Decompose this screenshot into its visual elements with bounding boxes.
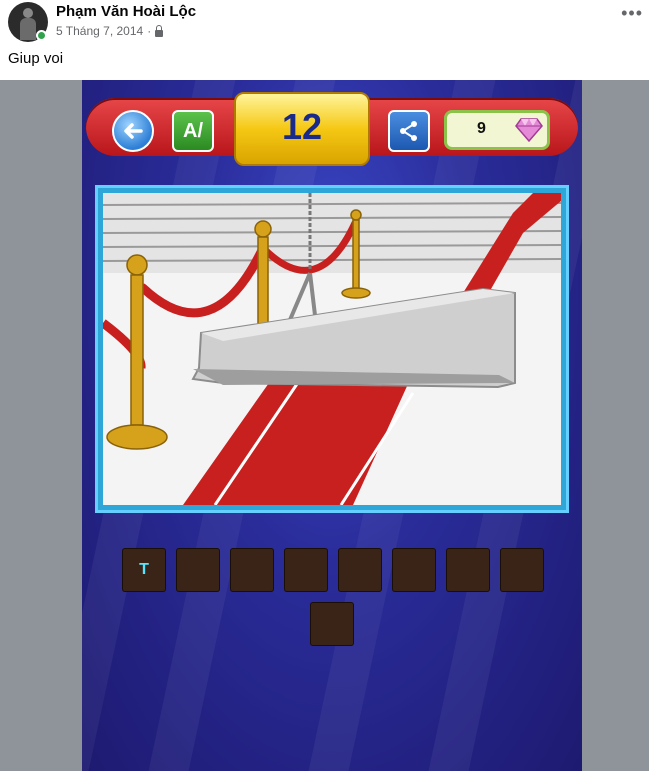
post-text: Giup voi — [8, 50, 64, 67]
game-screenshot[interactable]: A/ 12 9 T — [82, 80, 582, 771]
level-number: 12 — [281, 106, 323, 147]
answer-slot-6[interactable] — [392, 548, 436, 592]
answer-slot-9[interactable] — [310, 602, 354, 646]
answer-slot-3[interactable] — [230, 548, 274, 592]
post-date[interactable]: 5 Tháng 7, 2014 — [56, 24, 143, 38]
back-arrow-icon — [124, 123, 143, 139]
lock-icon[interactable] — [155, 24, 164, 37]
share-button[interactable] — [388, 110, 430, 152]
gem-icon — [515, 118, 543, 143]
gem-count: 9 — [477, 120, 486, 137]
more-icon[interactable]: ••• — [621, 4, 643, 22]
answer-slot-8[interactable] — [500, 548, 544, 592]
answer-slot-5[interactable] — [338, 548, 382, 592]
post-meta: 5 Tháng 7, 2014 · — [56, 24, 164, 38]
answer-slot-1[interactable]: T — [122, 548, 166, 592]
online-status-dot — [36, 30, 47, 41]
gem-counter[interactable]: 9 — [444, 110, 550, 150]
back-button[interactable] — [112, 110, 154, 152]
answer-slot-2[interactable] — [176, 548, 220, 592]
post-header: Phạm Văn Hoài Lộc 5 Tháng 7, 2014 · ••• … — [0, 0, 649, 80]
level-badge: 12 — [234, 92, 370, 166]
hint-button[interactable]: A/ — [172, 110, 214, 152]
answer-slot-7[interactable] — [446, 548, 490, 592]
share-icon — [400, 121, 417, 141]
puzzle-picture — [103, 193, 561, 505]
puzzle-illustration — [103, 193, 561, 505]
answer-slot-4[interactable] — [284, 548, 328, 592]
meta-separator: · — [147, 24, 152, 38]
author-name[interactable]: Phạm Văn Hoài Lộc — [56, 3, 196, 20]
puzzle-picture-frame — [95, 185, 569, 513]
